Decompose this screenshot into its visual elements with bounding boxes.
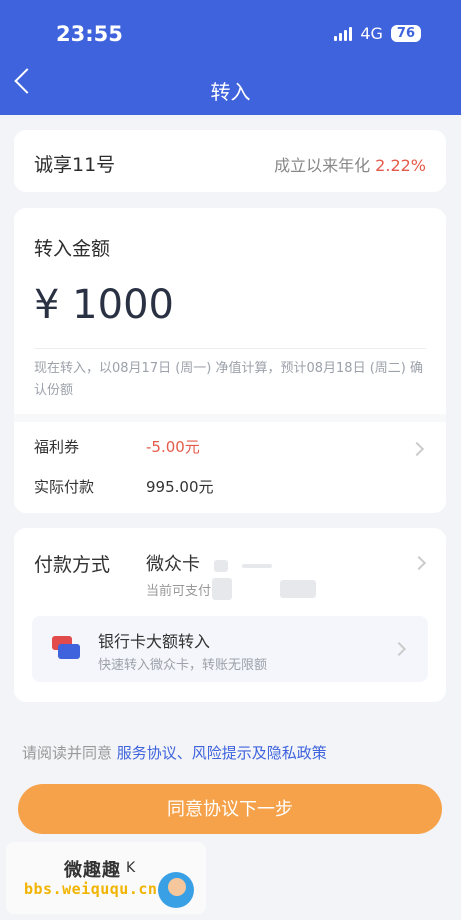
agree-next-button[interactable]: 同意协议下一步 bbox=[18, 784, 442, 834]
rate-label: 成立以来年化 bbox=[274, 156, 371, 175]
watermark-url: bbs.weiququ.cn bbox=[24, 880, 158, 898]
watermark: 微趣趣 K bbs.weiququ.cn bbox=[6, 842, 206, 914]
signal-icon bbox=[334, 26, 353, 41]
actual-payment-label: 实际付款 bbox=[34, 478, 95, 496]
masked-card-number bbox=[214, 560, 228, 572]
chevron-right-icon[interactable] bbox=[411, 555, 427, 571]
divider bbox=[34, 348, 426, 349]
chevron-right-icon[interactable] bbox=[391, 641, 407, 657]
available-balance-label: 当前可支付 bbox=[146, 584, 212, 599]
watermark-title: 微趣趣 bbox=[64, 860, 121, 881]
chevron-right-icon[interactable] bbox=[409, 441, 425, 457]
bank-transfer-title: 银行卡大额转入 bbox=[98, 632, 211, 651]
coupon-value[interactable]: -5.00元 bbox=[146, 436, 200, 457]
agreement-link[interactable]: 服务协议、风险提示及隐私政策 bbox=[117, 744, 327, 762]
agreement-text: 请阅读并同意 服务协议、风险提示及隐私政策 bbox=[22, 742, 327, 763]
masked-card-number bbox=[242, 564, 272, 568]
payment-card-name[interactable]: 微众卡 bbox=[146, 550, 200, 576]
product-rate: 成立以来年化 2.22% bbox=[274, 152, 426, 176]
watermark-mark: K bbox=[126, 860, 136, 876]
masked-balance bbox=[212, 578, 232, 600]
network-type: 4G bbox=[360, 24, 383, 43]
amount-label: 转入金额 bbox=[34, 238, 111, 260]
bank-transfer-option[interactable]: 银行卡大额转入 快速转入微众卡，转账无限额 bbox=[32, 616, 428, 682]
mascot-icon bbox=[158, 872, 194, 908]
actual-payment-value: 995.00元 bbox=[146, 478, 214, 496]
coupon-label: 福利券 bbox=[34, 438, 80, 456]
header: 23:55 4G 76 转入 bbox=[0, 0, 461, 115]
payment-label: 付款方式 bbox=[34, 554, 111, 576]
rate-value: 2.22% bbox=[375, 156, 426, 175]
amount-input[interactable]: ¥ 1000 bbox=[34, 282, 174, 328]
status-indicators: 4G 76 bbox=[334, 24, 421, 43]
bank-transfer-subtitle: 快速转入微众卡，转账无限额 bbox=[98, 658, 268, 673]
section-separator bbox=[14, 414, 446, 422]
bank-card-icon bbox=[52, 636, 82, 662]
status-time: 23:55 bbox=[56, 22, 123, 46]
amount-card: 转入金额 ¥ 1000 现在转入，以08月17日 (周一) 净值计算，预计08月… bbox=[14, 208, 446, 513]
battery-icon: 76 bbox=[390, 25, 421, 42]
agreement-prefix: 请阅读并同意 bbox=[22, 744, 117, 762]
product-card: 诚享11号 成立以来年化 2.22% bbox=[14, 130, 446, 192]
masked-balance bbox=[280, 580, 316, 598]
payment-card[interactable]: 付款方式 微众卡 当前可支付 银行卡大额转入 快速转入微众卡，转账无限额 bbox=[14, 528, 446, 702]
product-name: 诚享11号 bbox=[34, 154, 116, 176]
page-title: 转入 bbox=[210, 80, 251, 104]
confirm-tip: 现在转入，以08月17日 (周一) 净值计算，预计08月18日 (周二) 确认份… bbox=[34, 361, 423, 398]
